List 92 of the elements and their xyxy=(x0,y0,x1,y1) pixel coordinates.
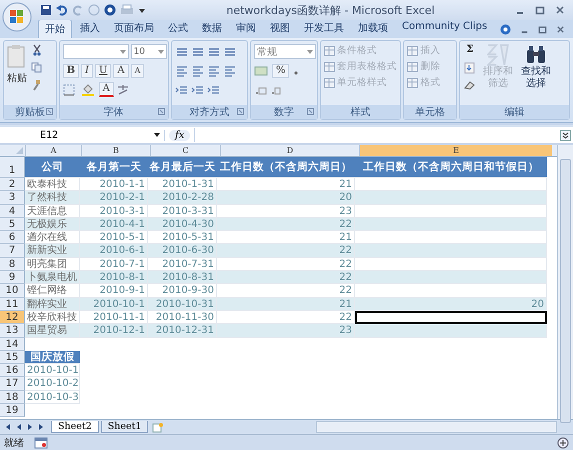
ribbon-tab[interactable]: 视图 xyxy=(264,19,296,38)
shrink-font-button[interactable]: A xyxy=(130,64,144,78)
table-cell: 卜氨泉电机 xyxy=(25,271,80,284)
table-cell: 了然科技 xyxy=(25,191,80,205)
row-header[interactable]: 13 xyxy=(0,324,25,338)
percent-button[interactable]: % xyxy=(272,64,290,78)
table-cell: 2010-2-1 xyxy=(80,191,148,205)
group-label: 对齐方式 xyxy=(189,106,230,119)
table-cell: 工作日数（不含周六周日和节假日） xyxy=(355,157,547,178)
table-cell: 2010-12-1 xyxy=(80,324,148,338)
row-header[interactable]: 11 xyxy=(0,298,25,311)
ribbon-tab[interactable]: 加载项 xyxy=(352,19,394,38)
paste-button[interactable]: 粘贴 xyxy=(7,44,27,85)
table-cell: 2010-4-1 xyxy=(80,218,148,232)
table-cell: 2010-10-1 xyxy=(80,298,148,311)
ribbon-tab[interactable]: 开始 xyxy=(38,19,72,38)
table-cell: 20 xyxy=(355,298,547,311)
table-cell: 国庆放假 xyxy=(25,350,80,364)
table-cell: 2010-4-30 xyxy=(148,218,217,232)
ribbon-tab[interactable]: 数据 xyxy=(196,19,228,38)
row-header[interactable]: 16 xyxy=(0,364,25,378)
table-cell: 2010-8-1 xyxy=(80,271,148,284)
table-cell: 各月第一天 xyxy=(80,157,148,178)
status-text: 就绪 xyxy=(4,436,24,450)
column-header[interactable]: A xyxy=(25,145,81,156)
ribbon-tab[interactable]: 插入 xyxy=(74,19,106,38)
column-header[interactable]: B xyxy=(81,145,150,156)
sheet-tab[interactable]: Sheet2 xyxy=(51,421,99,433)
row-header[interactable]: 3 xyxy=(0,191,25,205)
table-cell: 翻梓实业 xyxy=(25,298,80,311)
table-cell: 2010-10-1 xyxy=(25,364,80,378)
ribbon-tab[interactable]: 开发工具 xyxy=(298,19,350,38)
table-cell: 20 xyxy=(217,191,355,205)
table-cell: 2010-8-31 xyxy=(148,271,217,284)
row-header[interactable]: 10 xyxy=(0,284,25,298)
number-format-field[interactable]: 常规 xyxy=(254,44,316,59)
insert-function-button[interactable]: fx xyxy=(169,130,190,140)
group-label: 剪贴板 xyxy=(14,106,45,119)
group-label: 编辑 xyxy=(504,106,524,119)
table-cell: 2010-10-3 xyxy=(25,390,80,404)
row-header[interactable]: 19 xyxy=(0,404,25,418)
ribbon-tab[interactable]: 审阅 xyxy=(230,19,262,38)
autosum-button[interactable]: Σ xyxy=(463,44,476,56)
table-cell: 各月最后一天 xyxy=(148,157,217,178)
ribbon-tab[interactable]: 公式 xyxy=(162,19,194,38)
column-header[interactable]: C xyxy=(150,145,220,156)
table-cell: 2010-6-30 xyxy=(148,244,217,258)
row-header[interactable]: 7 xyxy=(0,244,25,258)
bold-button[interactable]: B xyxy=(62,64,80,78)
row-header[interactable]: 15 xyxy=(0,350,25,364)
row-header[interactable]: 8 xyxy=(0,258,25,272)
ribbon-tab[interactable]: 页面布局 xyxy=(108,19,160,38)
group-label: 单元格 xyxy=(415,106,446,119)
ribbon-tab[interactable]: Community Clips xyxy=(396,19,494,38)
row-header[interactable]: 17 xyxy=(0,377,25,391)
row-header[interactable]: 18 xyxy=(0,390,25,404)
sheet-tab[interactable]: Sheet1 xyxy=(100,421,148,433)
font-color-button[interactable]: A xyxy=(98,82,114,97)
underline-button[interactable]: U xyxy=(94,64,112,78)
row-header[interactable]: 4 xyxy=(0,204,25,218)
window-title: networkdays函数详解 - Microsoft Excel xyxy=(225,2,436,18)
table-cell: 21 xyxy=(217,298,355,311)
table-cell: 新新实业 xyxy=(25,244,80,258)
table-cell: 22 xyxy=(217,271,355,284)
table-cell: 国星贸易 xyxy=(25,324,80,338)
table-cell: 2010-2-28 xyxy=(148,191,217,205)
table-cell: 2010-12-31 xyxy=(148,324,217,338)
row-header[interactable]: 1 xyxy=(0,157,25,178)
group-label: 字体 xyxy=(104,106,124,119)
italic-button[interactable]: I xyxy=(81,64,93,78)
table-cell: 2010-6-1 xyxy=(80,244,148,258)
row-header[interactable]: 2 xyxy=(0,178,25,192)
group-label: 样式 xyxy=(350,106,371,119)
table-cell: 2010-10-2 xyxy=(25,377,80,391)
font-size-field[interactable]: 10 xyxy=(130,44,167,59)
table-cell: 工作日数（不含周六周日） xyxy=(217,157,355,178)
table-cell: 无极娱乐 xyxy=(25,218,80,232)
row-header[interactable]: 14 xyxy=(0,338,25,351)
table-cell: 22 xyxy=(217,218,355,232)
row-header[interactable]: 9 xyxy=(0,271,25,284)
table-cell: 2010-10-31 xyxy=(148,298,217,311)
table-cell: 22 xyxy=(217,244,355,258)
group-label: 数字 xyxy=(274,106,294,119)
row-header[interactable]: 5 xyxy=(0,218,25,232)
row-header[interactable]: 6 xyxy=(0,231,25,244)
table-cell: 公司 xyxy=(25,157,80,178)
name-box[interactable]: E12 xyxy=(0,130,165,140)
grow-font-button[interactable]: A xyxy=(113,64,129,78)
row-header[interactable]: 12 xyxy=(0,310,25,324)
table-cell: 23 xyxy=(217,324,355,338)
ribbon-big-button[interactable]: 查找和选择 xyxy=(518,44,553,90)
column-header[interactable]: E xyxy=(359,145,552,156)
